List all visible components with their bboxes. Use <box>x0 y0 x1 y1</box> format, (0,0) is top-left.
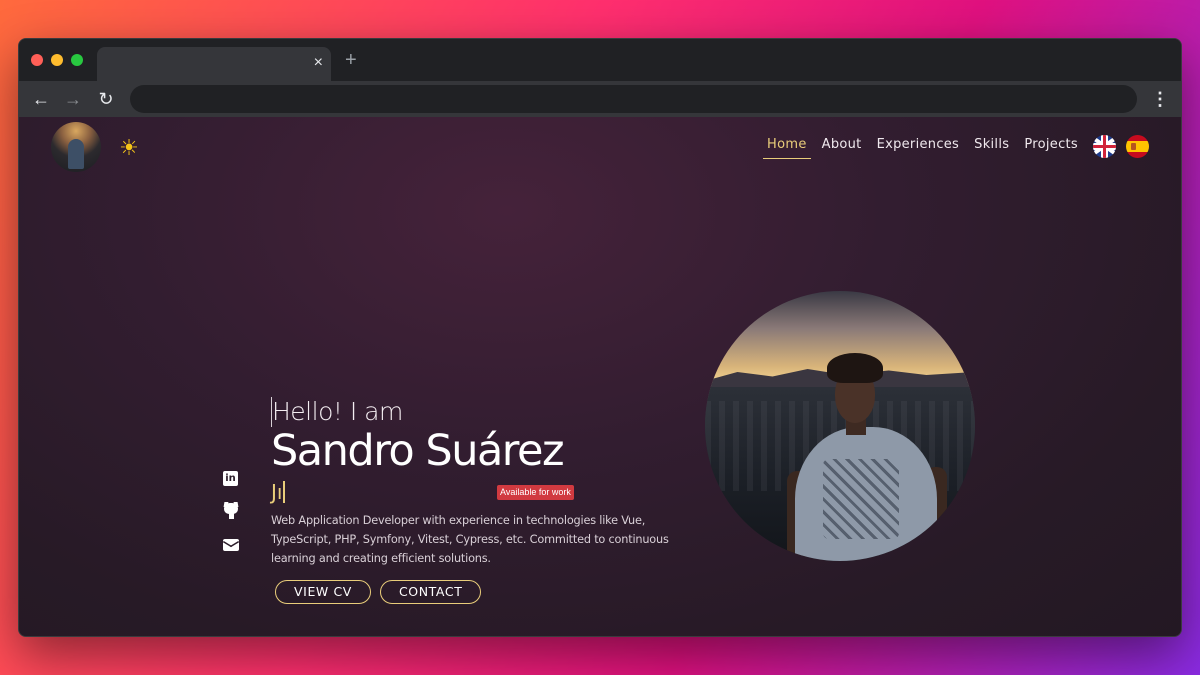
contact-button[interactable]: CONTACT <box>379 580 482 604</box>
browser-toolbar: ← → ↻ ⋮ <box>19 81 1181 117</box>
nav-item-home[interactable]: Home <box>763 137 811 159</box>
back-arrow-icon[interactable]: ← <box>30 88 52 110</box>
browser-window: × + ← → ↻ ⋮ ☀ Home About Experiences Ski… <box>18 38 1182 637</box>
maximize-window-button[interactable] <box>71 54 83 66</box>
linkedin-icon[interactable]: in <box>223 471 238 486</box>
new-tab-icon[interactable]: + <box>345 50 357 70</box>
typing-text: Jı <box>271 480 283 504</box>
avatar-person-shape <box>68 139 84 169</box>
sun-icon[interactable]: ☀ <box>117 136 141 160</box>
nav-item-projects[interactable]: Projects <box>1024 137 1078 158</box>
view-cv-button[interactable]: VIEW CV <box>275 580 371 604</box>
hero-section: Hello! I am Sandro Suárez Jı Available f… <box>271 397 691 604</box>
avatar[interactable] <box>51 122 101 172</box>
hero-description: Web Application Developer with experienc… <box>271 514 669 565</box>
spain-flag-icon[interactable] <box>1126 135 1149 158</box>
tab-close-icon[interactable]: × <box>314 54 323 72</box>
nav-item-about[interactable]: About <box>822 137 862 158</box>
typing-cursor <box>283 481 286 503</box>
hero-buttons: VIEW CV CONTACT <box>271 580 691 604</box>
hero-name: Sandro Suárez <box>271 426 565 476</box>
address-bar[interactable] <box>130 85 1137 113</box>
greeting-text: Hello! I am <box>272 397 403 426</box>
page-viewport: ☀ Home About Experiences Skills Projects… <box>19 117 1181 636</box>
github-icon[interactable] <box>222 502 240 520</box>
nav-item-experiences[interactable]: Experiences <box>877 137 960 158</box>
minimize-window-button[interactable] <box>51 54 63 66</box>
profile-photo <box>705 291 975 561</box>
tab-strip: × + <box>19 39 1181 81</box>
main-nav: Home About Experiences Skills Projects <box>763 135 1181 163</box>
forward-arrow-icon[interactable]: → <box>62 88 84 110</box>
browser-tab[interactable]: × <box>97 47 331 81</box>
typing-row: Jı Available for work <box>271 477 691 509</box>
status-badge: Available for work <box>497 485 574 500</box>
mail-icon[interactable] <box>222 536 240 554</box>
browser-menu-icon[interactable]: ⋮ <box>1149 88 1171 110</box>
text-cursor <box>271 397 272 427</box>
reload-icon[interactable]: ↻ <box>95 88 117 110</box>
nav-item-skills[interactable]: Skills <box>974 137 1009 158</box>
close-window-button[interactable] <box>31 54 43 66</box>
social-links: in <box>222 471 240 570</box>
uk-flag-icon[interactable] <box>1093 135 1116 158</box>
